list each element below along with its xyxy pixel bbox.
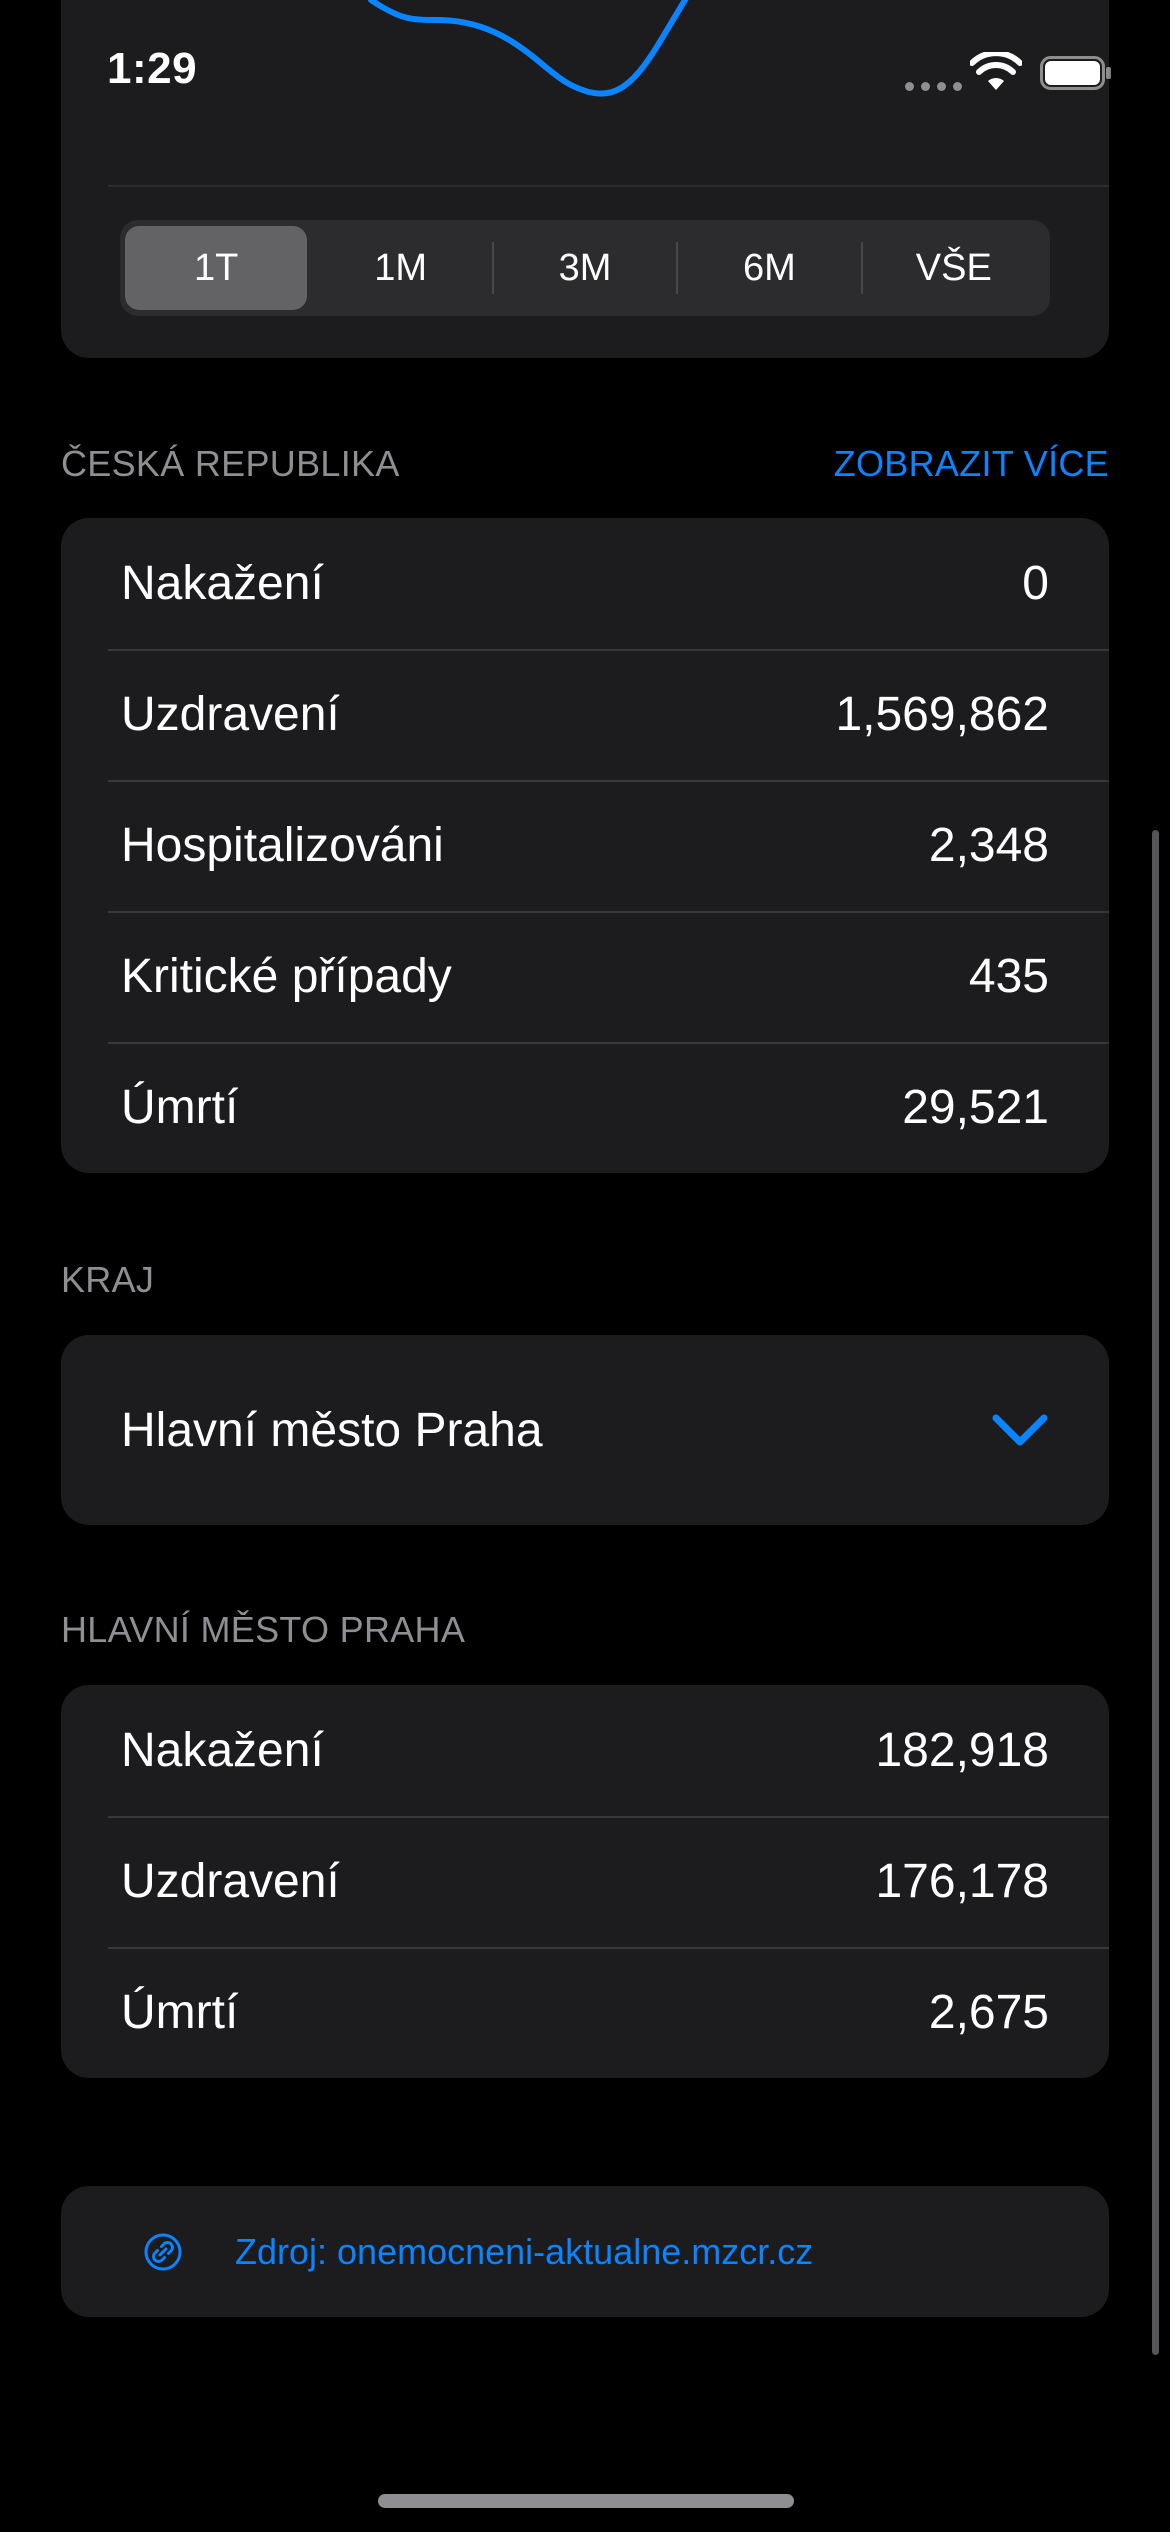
stat-label: Kritické případy <box>121 950 452 1003</box>
time-range-control[interactable]: 1T 1M 3M 6M VŠE <box>120 220 1050 316</box>
region-row-infected: Nakažení 182,918 <box>61 1685 1109 1816</box>
stat-label: Uzdravení <box>121 1855 340 1908</box>
region-picker-card: Hlavní město Praha <box>61 1335 1109 1525</box>
battery-icon <box>1040 56 1111 90</box>
stat-row-hospitalized: Hospitalizováni 2,348 <box>61 780 1109 911</box>
source-link[interactable]: Zdroj: onemocneni-aktualne.mzcr.cz <box>61 2186 1109 2317</box>
stat-row-deaths: Úmrtí 29,521 <box>61 1042 1109 1173</box>
selected-region-label: Hlavní město Praha <box>121 1403 543 1457</box>
region-stats-list: Nakažení 182,918 Uzdravení 176,178 Úmrtí… <box>61 1685 1109 2078</box>
stat-value: 29,521 <box>902 1081 1049 1134</box>
range-segment-all[interactable]: VŠE <box>863 226 1045 310</box>
stat-label: Úmrtí <box>121 1081 239 1134</box>
range-segment-1t[interactable]: 1T <box>125 226 308 310</box>
source-link-text: Zdroj: onemocneni-aktualne.mzcr.cz <box>235 2230 814 2272</box>
wifi-icon <box>970 52 1022 90</box>
stat-label: Hospitalizováni <box>121 819 444 872</box>
stat-label: Uzdravení <box>121 688 340 741</box>
home-indicator[interactable] <box>378 2494 794 2508</box>
status-time: 1:29 <box>107 44 198 93</box>
stat-value: 176,178 <box>875 1855 1049 1908</box>
stat-label: Nakažení <box>121 1724 324 1777</box>
czech-stats-list: Nakažení 0 Uzdravení 1,569,862 Hospitali… <box>61 518 1109 1173</box>
stat-value: 182,918 <box>875 1724 1049 1777</box>
link-icon <box>144 2233 182 2270</box>
range-segment-3m[interactable]: 3M <box>494 226 676 310</box>
stat-row-critical: Kritické případy 435 <box>61 911 1109 1042</box>
chart-divider <box>108 185 1109 187</box>
region-picker[interactable]: Hlavní město Praha <box>61 1335 1109 1525</box>
region-row-recovered: Uzdravení 176,178 <box>61 1816 1109 1947</box>
stat-value: 2,675 <box>928 1986 1049 2039</box>
chart-card: 1T 1M 3M 6M VŠE <box>61 0 1109 358</box>
stat-value: 2,348 <box>928 819 1049 872</box>
region-row-deaths: Úmrtí 2,675 <box>61 1947 1109 2078</box>
stat-label: Nakažení <box>121 557 324 610</box>
range-segment-6m[interactable]: 6M <box>678 226 860 310</box>
section-header-region: KRAJ <box>61 1259 155 1300</box>
stat-value: 435 <box>968 950 1049 1003</box>
range-segment-1m[interactable]: 1M <box>309 226 491 310</box>
stat-row-recovered: Uzdravení 1,569,862 <box>61 649 1109 780</box>
cellular-signal-icon <box>905 82 962 91</box>
stat-value: 0 <box>1022 557 1049 610</box>
chevron-down-icon <box>992 1414 1048 1446</box>
stat-row-infected: Nakažení 0 <box>61 518 1109 649</box>
show-more-link[interactable]: ZOBRAZIT VÍCE <box>834 443 1109 485</box>
stat-label: Úmrtí <box>121 1986 239 2039</box>
section-header-prague: HLAVNÍ MĚSTO PRAHA <box>61 1609 466 1650</box>
section-header-czech-republic: ČESKÁ REPUBLIKA <box>61 443 400 484</box>
chart-line <box>368 0 689 97</box>
scroll-indicator[interactable] <box>1152 830 1159 2355</box>
app-screen: 1T 1M 3M 6M VŠE 1:29 ČESKÁ REPUBLIKA ZOB… <box>0 0 1170 2532</box>
stat-value: 1,569,862 <box>835 688 1049 741</box>
